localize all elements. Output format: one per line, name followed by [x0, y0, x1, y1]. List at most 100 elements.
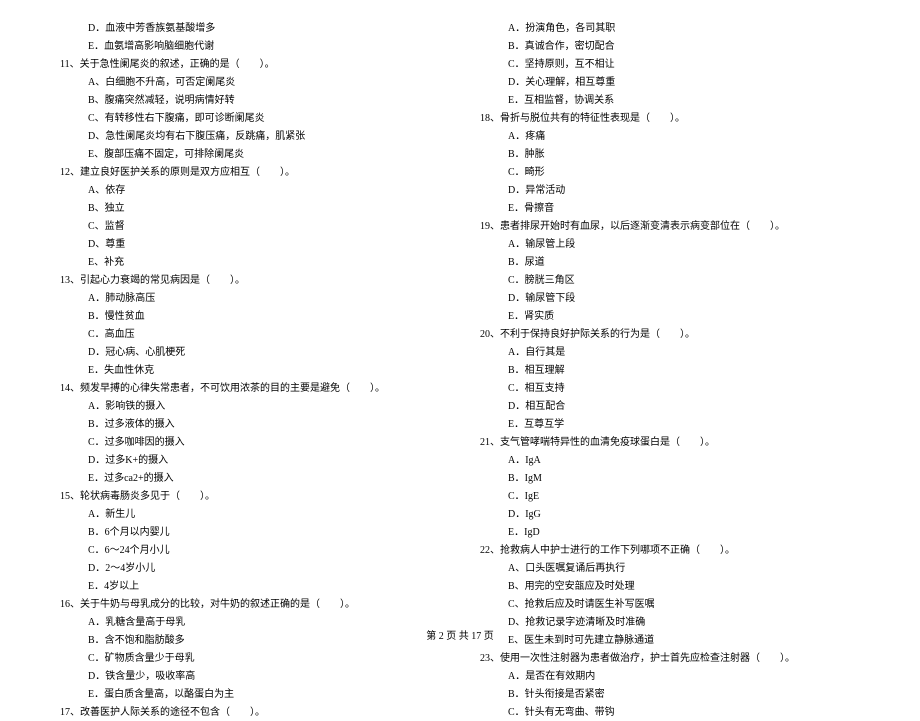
question-number: 12 — [60, 167, 70, 178]
option: D．过多K+的摄入 — [60, 452, 440, 469]
option: E、补充 — [60, 254, 440, 271]
option: A．影响铁的摄入 — [60, 398, 440, 415]
question-stem: 17、改善医护人际关系的途径不包含（ ）。 — [60, 704, 440, 721]
option: D．血液中芳香族氨基酸增多 — [60, 20, 440, 37]
option: A．肺动脉高压 — [60, 290, 440, 307]
option: C、抢救后应及时请医生补写医嘱 — [480, 596, 860, 613]
option: B、独立 — [60, 200, 440, 217]
question-stem: 22、抢救病人中护士进行的工作下列哪项不正确（ ）。 — [480, 542, 860, 559]
option: D．输尿管下段 — [480, 290, 860, 307]
option: C．膀胱三角区 — [480, 272, 860, 289]
question-number: 22 — [480, 545, 490, 556]
option: A、口头医嘱复诵后再执行 — [480, 560, 860, 577]
question-number: 14 — [60, 383, 70, 394]
page-content: D．血液中芳香族氨基酸增多 E．血氨增高影响脑细胞代谢 11、关于急性阑尾炎的叙… — [60, 20, 860, 610]
option: A．扮演角色，各司其职 — [480, 20, 860, 37]
option: D．铁含量少，吸收率高 — [60, 668, 440, 685]
question-number: 16 — [60, 599, 70, 610]
option: A．是否在有效期内 — [480, 668, 860, 685]
option: C、监督 — [60, 218, 440, 235]
question-stem: 21、支气管哮喘特异性的血清免疫球蛋白是（ ）。 — [480, 434, 860, 451]
option: B．IgM — [480, 470, 860, 487]
question-text: 、关于急性阑尾炎的叙述，正确的是（ ）。 — [70, 59, 275, 70]
question-stem: 18、骨折与脱位共有的特征性表现是（ ）。 — [480, 110, 860, 127]
option: D．关心理解，相互尊重 — [480, 74, 860, 91]
option: C．高血压 — [60, 326, 440, 343]
option: C．坚持原则，互不相让 — [480, 56, 860, 73]
option: B．6个月以内婴儿 — [60, 524, 440, 541]
question-number: 21 — [480, 437, 490, 448]
question-number: 13 — [60, 275, 70, 286]
question-text: 、关于牛奶与母乳成分的比较，对牛奶的叙述正确的是（ ）。 — [70, 599, 355, 610]
option: E．骨擦音 — [480, 200, 860, 217]
question-stem: 12、建立良好医护关系的原则是双方应相互（ ）。 — [60, 164, 440, 181]
option: A．疼痛 — [480, 128, 860, 145]
option: B．真诚合作，密切配合 — [480, 38, 860, 55]
option: B、腹痛突然减轻，说明病情好转 — [60, 92, 440, 109]
option: C．6～24个月小儿 — [60, 542, 440, 559]
option: B．尿道 — [480, 254, 860, 271]
option: A．IgA — [480, 452, 860, 469]
question-number: 20 — [480, 329, 490, 340]
question-stem: 15、轮状病毒肠炎多见于（ ）。 — [60, 488, 440, 505]
right-column: A．扮演角色，各司其职 B．真诚合作，密切配合 C．坚持原则，互不相让 D．关心… — [480, 20, 860, 610]
option: E．过多ca2+的摄入 — [60, 470, 440, 487]
question-number: 19 — [480, 221, 490, 232]
option: D、急性阑尾炎均有右下腹压痛，反跳痛，肌紧张 — [60, 128, 440, 145]
question-stem: 19、患者排尿开始时有血尿，以后逐渐变清表示病变部位在（ ）。 — [480, 218, 860, 235]
option: E．血氨增高影响脑细胞代谢 — [60, 38, 440, 55]
question-text: 、抢救病人中护士进行的工作下列哪项不正确（ ）。 — [490, 545, 735, 556]
option: E．IgD — [480, 524, 860, 541]
question-text: 、使用一次性注射器为患者做治疗，护士首先应检查注射器（ ）。 — [490, 653, 795, 664]
option: A、依存 — [60, 182, 440, 199]
option: D．IgG — [480, 506, 860, 523]
question-text: 、支气管哮喘特异性的血清免疫球蛋白是（ ）。 — [490, 437, 715, 448]
option: B．过多液体的摄入 — [60, 416, 440, 433]
question-number: 15 — [60, 491, 70, 502]
option: E．蛋白质含量高，以酪蛋白为主 — [60, 686, 440, 703]
option: C．针头有无弯曲、带钩 — [480, 704, 860, 721]
question-number: 11 — [60, 59, 70, 70]
option: D．异常活动 — [480, 182, 860, 199]
option: A、白细胞不升高，可否定阑尾炎 — [60, 74, 440, 91]
option: A．输尿管上段 — [480, 236, 860, 253]
option: C．相互支持 — [480, 380, 860, 397]
option: C．IgE — [480, 488, 860, 505]
option: C、有转移性右下腹痛，即可诊断阑尾炎 — [60, 110, 440, 127]
option: B．针头衔接是否紧密 — [480, 686, 860, 703]
option: D．2～4岁小儿 — [60, 560, 440, 577]
option: D．冠心病、心肌梗死 — [60, 344, 440, 361]
option: B．慢性贫血 — [60, 308, 440, 325]
option: E、腹部压痛不固定，可排除阑尾炎 — [60, 146, 440, 163]
question-number: 23 — [480, 653, 490, 664]
option: A．新生儿 — [60, 506, 440, 523]
question-text: 、改善医护人际关系的途径不包含（ ）。 — [70, 707, 265, 718]
page-footer: 第 2 页 共 17 页 — [0, 627, 920, 642]
question-text: 、建立良好医护关系的原则是双方应相互（ ）。 — [70, 167, 295, 178]
question-stem: 20、不利于保持良好护际关系的行为是（ ）。 — [480, 326, 860, 343]
question-stem: 13、引起心力衰竭的常见病因是（ ）。 — [60, 272, 440, 289]
option: E．互相监督，协调关系 — [480, 92, 860, 109]
question-number: 18 — [480, 113, 490, 124]
option: D、尊重 — [60, 236, 440, 253]
option: E．互尊互学 — [480, 416, 860, 433]
question-stem: 14、频发早搏的心律失常患者，不可饮用浓茶的目的主要是避免（ ）。 — [60, 380, 440, 397]
question-stem: 11、关于急性阑尾炎的叙述，正确的是（ ）。 — [60, 56, 440, 73]
question-text: 、频发早搏的心律失常患者，不可饮用浓茶的目的主要是避免（ ）。 — [70, 383, 385, 394]
question-stem: 16、关于牛奶与母乳成分的比较，对牛奶的叙述正确的是（ ）。 — [60, 596, 440, 613]
question-stem: 23、使用一次性注射器为患者做治疗，护士首先应检查注射器（ ）。 — [480, 650, 860, 667]
option: C．畸形 — [480, 164, 860, 181]
option: B．肿胀 — [480, 146, 860, 163]
question-text: 、骨折与脱位共有的特征性表现是（ ）。 — [490, 113, 685, 124]
left-column: D．血液中芳香族氨基酸增多 E．血氨增高影响脑细胞代谢 11、关于急性阑尾炎的叙… — [60, 20, 440, 610]
question-text: 、轮状病毒肠炎多见于（ ）。 — [70, 491, 215, 502]
option: C．矿物质含量少于母乳 — [60, 650, 440, 667]
option: A．自行其是 — [480, 344, 860, 361]
option: E．4岁以上 — [60, 578, 440, 595]
question-text: 、患者排尿开始时有血尿，以后逐渐变清表示病变部位在（ ）。 — [490, 221, 785, 232]
question-text: 、引起心力衰竭的常见病因是（ ）。 — [70, 275, 245, 286]
question-number: 17 — [60, 707, 70, 718]
option: E．失血性休克 — [60, 362, 440, 379]
option: E．肾实质 — [480, 308, 860, 325]
option: C．过多咖啡因的摄入 — [60, 434, 440, 451]
